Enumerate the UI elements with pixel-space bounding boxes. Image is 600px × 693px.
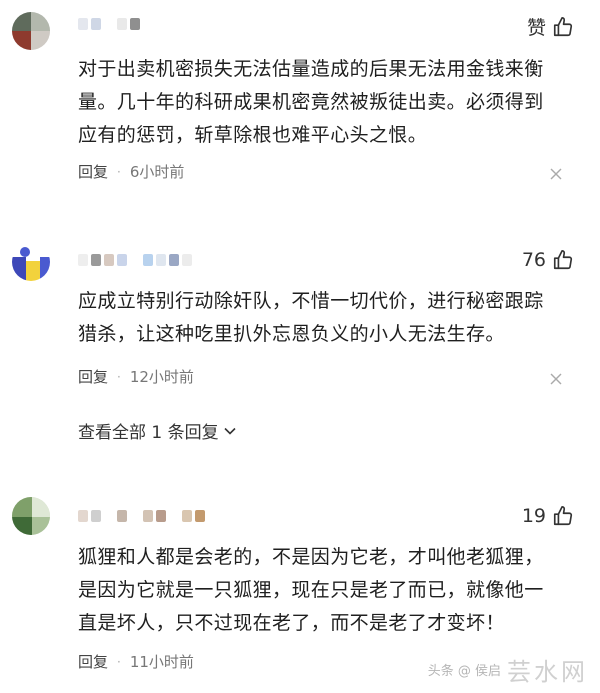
separator-dot: · — [117, 164, 121, 179]
comment-meta: 回复 · 11小时前 — [78, 651, 194, 672]
like-count: 76 — [521, 249, 546, 271]
thumbs-up-icon — [553, 16, 573, 36]
like-button[interactable]: 赞 — [527, 13, 574, 40]
watermark-brand: 芸水网 — [507, 658, 588, 686]
like-button[interactable]: 19 — [522, 505, 574, 527]
view-all-replies-button[interactable]: 查看全部 1 条回复 — [78, 418, 237, 443]
avatar[interactable] — [12, 12, 50, 50]
close-icon[interactable] — [550, 373, 562, 385]
timestamp: 6小时前 — [129, 163, 185, 181]
separator-dot: · — [117, 369, 121, 384]
watermark: 头条 @ 侯启 芸水网 — [428, 652, 588, 687]
username-blurred[interactable] — [78, 510, 205, 524]
comment-meta: 回复 · 12小时前 — [78, 366, 194, 387]
avatar[interactable] — [12, 497, 50, 535]
avatar[interactable] — [12, 243, 50, 281]
view-replies-label: 查看全部 1 条回复 — [78, 423, 219, 443]
close-icon[interactable] — [550, 168, 562, 180]
reply-button[interactable]: 回复 — [78, 161, 108, 182]
thumbs-up-icon — [553, 506, 573, 526]
watermark-sub: 头条 @ 侯启 — [427, 664, 501, 679]
comment-meta: 回复 · 6小时前 — [78, 161, 184, 182]
username-blurred[interactable] — [78, 254, 192, 268]
thumbs-up-icon — [553, 250, 573, 270]
like-count: 19 — [521, 505, 546, 527]
like-button[interactable]: 76 — [522, 249, 574, 271]
chevron-down-icon — [224, 427, 236, 435]
timestamp: 12小时前 — [129, 368, 194, 386]
comment-text: 对于出卖机密损失无法估量造成的后果无法用金钱来衡 量。几十年的科研成果机密竟然被… — [78, 58, 544, 146]
like-label: 赞 — [526, 17, 546, 39]
comment-text: 狐狸和人都是会老的，不是因为它老，才叫他老狐狸， 是因为它就是一只狐狸，现在只是… — [78, 546, 544, 634]
reply-button[interactable]: 回复 — [78, 366, 108, 387]
reply-button[interactable]: 回复 — [78, 651, 108, 672]
separator-dot: · — [117, 654, 121, 669]
comment-text: 应成立特别行动除奸队，不惜一切代价，进行秘密跟踪 猎杀，让这种吃里扒外忘恩负义的… — [78, 290, 544, 345]
username-blurred[interactable] — [78, 18, 140, 32]
timestamp: 11小时前 — [129, 653, 194, 671]
